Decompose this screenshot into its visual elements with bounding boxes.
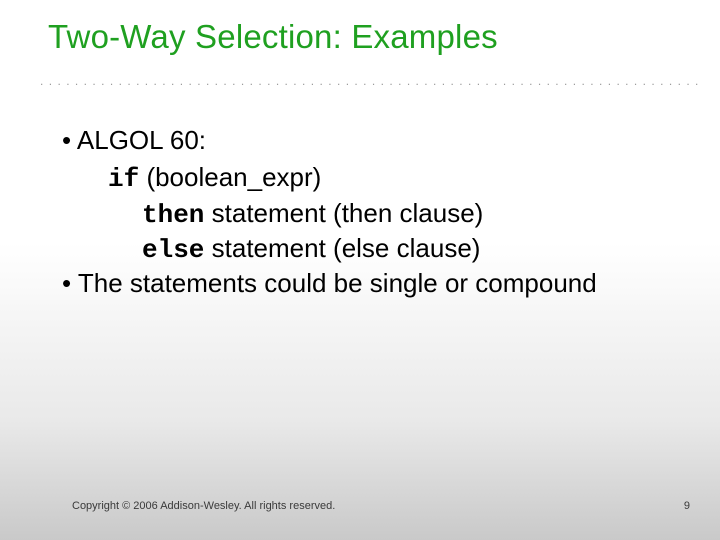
keyword-else: else: [142, 235, 204, 265]
bullet-2: The statements could be single or compou…: [62, 267, 660, 300]
bullet-1: ALGOL 60:: [62, 124, 660, 157]
keyword-then: then: [142, 200, 204, 230]
page-number: 9: [684, 500, 690, 512]
slide-body: ALGOL 60: if (boolean_expr) then stateme…: [62, 124, 660, 304]
copyright-text: Copyright © 2006 Addison-Wesley. All rig…: [72, 500, 335, 512]
code-if-rest: (boolean_expr): [139, 162, 321, 192]
code-then-rest: statement (then clause): [204, 198, 483, 228]
code-line-then: then statement (then clause): [142, 197, 660, 232]
slide: Two-Way Selection: Examples ............…: [0, 0, 720, 540]
code-line-if: if (boolean_expr): [108, 161, 660, 196]
keyword-if: if: [108, 164, 139, 194]
slide-title: Two-Way Selection: Examples: [48, 18, 498, 56]
code-line-else: else statement (else clause): [142, 232, 660, 267]
code-else-rest: statement (else clause): [204, 233, 480, 263]
divider-dots: ........................................…: [40, 74, 702, 86]
